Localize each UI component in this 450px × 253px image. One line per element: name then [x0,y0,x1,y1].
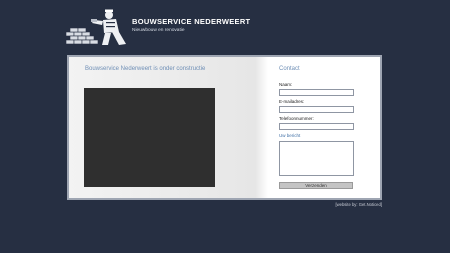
content-panel: Bouwservice Nederweert is onder construc… [67,55,382,200]
contact-form: Contact Naam: E-mailadres: Telefoonnumme… [278,57,378,198]
message-textarea[interactable] [279,141,354,176]
name-field[interactable] [279,89,354,96]
construction-heading: Bouwservice Nederweert is onder construc… [85,66,206,72]
phone-field[interactable] [279,123,354,130]
email-label: E-mailadres: [279,99,305,104]
site-title: BOUWSERVICE NEDERWEERT [132,17,251,26]
contact-title: Contact [279,66,300,72]
email-field[interactable] [279,106,354,113]
site-subtitle: Nieuwbouw en renovatie [132,28,185,33]
submit-button[interactable]: Verzenden [279,182,353,189]
website-credit-link[interactable]: [website by: Get.Noticed] [335,202,382,207]
bricklayer-logo-icon [65,9,126,45]
message-label: Uw bericht [279,133,301,138]
name-label: Naam: [279,82,293,87]
video-placeholder[interactable] [84,88,215,187]
phone-label: Telefoonnummer: [279,116,314,121]
